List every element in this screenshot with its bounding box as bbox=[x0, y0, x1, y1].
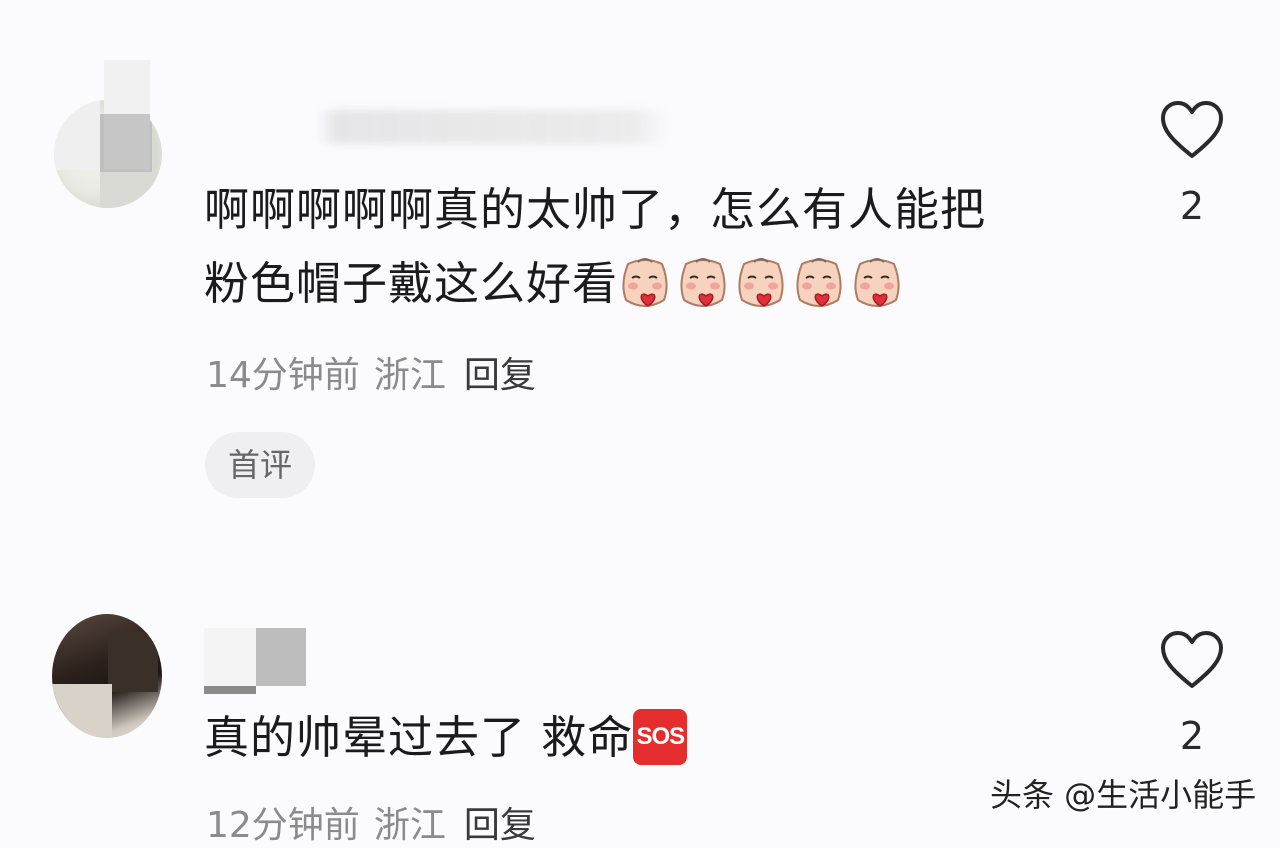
username-mosaic bbox=[104, 114, 150, 170]
kiss-face-icon bbox=[796, 258, 842, 307]
comment-text-line: 粉色帽子戴这么好看 bbox=[204, 257, 619, 310]
comment-text: 粉色帽子戴这么好看 bbox=[204, 252, 908, 316]
comment-meta: 14分钟前 浙江 回复 bbox=[206, 346, 536, 398]
emoji-row bbox=[618, 257, 908, 310]
username-mosaic bbox=[204, 628, 256, 686]
username-mosaic[interactable] bbox=[204, 686, 256, 694]
sos-icon: SOS bbox=[633, 709, 688, 765]
comment-text-line: 真的帅晕过去了 救命 bbox=[204, 711, 634, 764]
like-count: 2 bbox=[1179, 714, 1205, 758]
kiss-face-icon bbox=[738, 258, 784, 307]
username-mosaic bbox=[104, 60, 150, 114]
comment-meta: 12分钟前 浙江 回复 bbox=[206, 796, 536, 848]
comment-time: 14分钟前 bbox=[206, 355, 360, 396]
reply-button[interactable]: 回复 bbox=[464, 805, 536, 846]
like-button[interactable]: 2 bbox=[1160, 630, 1224, 758]
kiss-face-icon bbox=[854, 258, 900, 307]
username-blurred[interactable] bbox=[318, 110, 668, 144]
username-mosaic bbox=[256, 628, 306, 686]
first-comment-badge: 首评 bbox=[205, 432, 315, 498]
kiss-face-icon bbox=[680, 258, 726, 307]
heart-icon bbox=[1161, 101, 1223, 158]
comment-text: 啊啊啊啊啊真的太帅了，怎么有人能把 bbox=[204, 178, 986, 242]
comment-text-line: 啊啊啊啊啊真的太帅了，怎么有人能把 bbox=[204, 183, 987, 236]
kiss-face-icon bbox=[622, 258, 668, 307]
comment-location: 浙江 bbox=[373, 355, 446, 396]
watermark: 头条 @生活小能手 bbox=[990, 776, 1257, 814]
heart-icon bbox=[1161, 631, 1223, 688]
like-button[interactable]: 2 bbox=[1160, 100, 1224, 228]
comment-text: 真的帅晕过去了 救命 SOS bbox=[204, 706, 688, 770]
reply-button[interactable]: 回复 bbox=[464, 355, 536, 396]
avatar[interactable] bbox=[52, 614, 162, 738]
comment-location: 浙江 bbox=[373, 805, 446, 846]
like-count: 2 bbox=[1179, 184, 1205, 228]
comment-time: 12分钟前 bbox=[206, 805, 360, 846]
